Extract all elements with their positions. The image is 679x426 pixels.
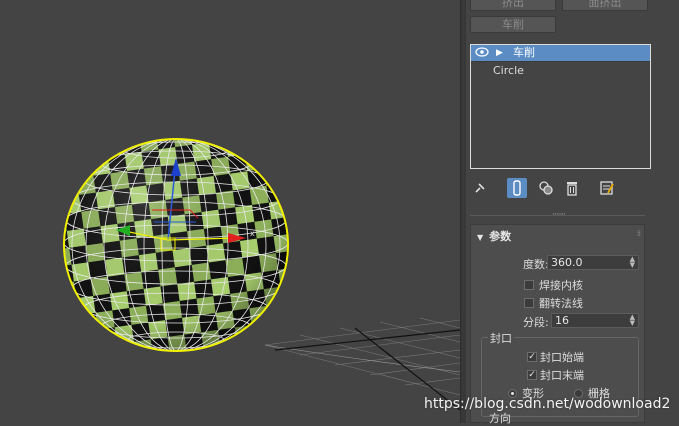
collapse-arrow-icon: ▼: [477, 233, 484, 242]
rollout-divider[interactable]: ·······: [470, 210, 645, 220]
stack-item-lathe[interactable]: ▶ 车削: [471, 45, 650, 62]
flip-normals-label: 翻转法线: [539, 297, 583, 310]
segments-spinner[interactable]: 16 ▲ ▼: [551, 313, 639, 328]
stack-item-circle[interactable]: Circle: [471, 63, 650, 79]
spinner-arrows-icon[interactable]: ▲ ▼: [630, 314, 635, 327]
face-extrude-button[interactable]: 面挤出: [562, 0, 648, 11]
cap-end-label: 封口末端: [540, 369, 584, 382]
cap-start-checkbox[interactable]: ✓: [527, 352, 537, 362]
flip-normals-checkbox[interactable]: [524, 298, 534, 308]
stack-item-label: Circle: [493, 64, 524, 77]
direction-title: 方向: [489, 412, 511, 425]
degrees-value: 360.0: [551, 256, 583, 269]
stack-toolbar: [470, 178, 670, 200]
extrude-button[interactable]: 挤出: [470, 0, 556, 11]
watermark-text: https://blog.csdn.net/wodownload2: [424, 396, 671, 412]
command-panel-modify: 挤出 面挤出 车削 ▶ 车削 Circle ······· ▼ 参数 ⁞⁞ 度数…: [466, 0, 679, 425]
pin-stack-icon[interactable]: [470, 178, 490, 198]
grip-icon: ⁞⁞: [636, 229, 641, 238]
svg-text:x: x: [250, 229, 255, 238]
rollout-title: 参数: [489, 230, 512, 243]
expand-arrow-icon[interactable]: ▶: [496, 45, 503, 61]
remove-modifier-icon[interactable]: [562, 178, 582, 198]
show-end-result-icon[interactable]: [507, 178, 527, 198]
weld-core-checkbox[interactable]: [524, 280, 534, 290]
eye-icon[interactable]: [475, 46, 489, 63]
make-unique-icon[interactable]: [536, 178, 556, 198]
modifier-stack-list[interactable]: ▶ 车削 Circle: [470, 44, 651, 169]
segments-value: 16: [555, 314, 569, 327]
capping-title: 封口: [488, 330, 514, 346]
viewport-perspective[interactable]: x: [0, 0, 460, 423]
cap-start-label: 封口始端: [540, 351, 584, 364]
spinner-arrows-icon[interactable]: ▲ ▼: [630, 256, 635, 269]
configure-modifier-sets-icon[interactable]: [597, 178, 617, 198]
segments-label: 分段:: [523, 316, 549, 329]
lathe-button[interactable]: 车削: [470, 16, 556, 33]
rollout-header[interactable]: ▼ 参数: [477, 228, 511, 244]
cap-end-checkbox[interactable]: ✓: [527, 370, 537, 380]
parameters-rollout: ▼ 参数 ⁞⁞ 度数: 360.0 ▲ ▼ 焊接内核 翻转法线 分段: 16 ▲ ▼ …: [470, 224, 645, 425]
viewport-canvas[interactable]: x: [0, 0, 460, 423]
weld-core-label: 焊接内核: [539, 279, 583, 292]
degrees-spinner[interactable]: 360.0 ▲ ▼: [547, 255, 639, 270]
degrees-label: 度数:: [523, 258, 549, 271]
stack-item-label: 车削: [513, 46, 535, 59]
